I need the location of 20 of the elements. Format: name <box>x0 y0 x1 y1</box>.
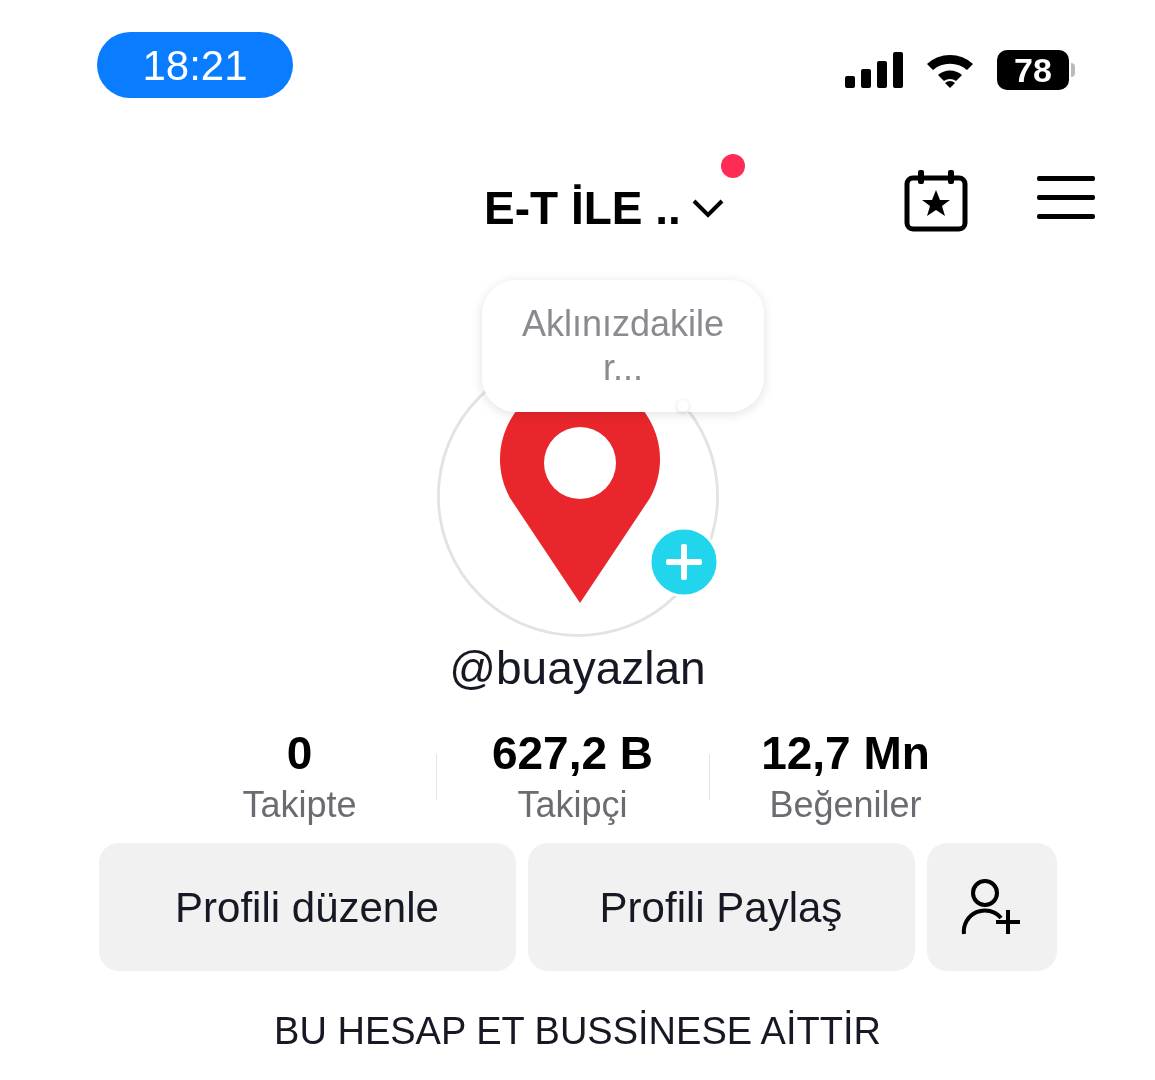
stat-value: 12,7 Mn <box>761 726 930 781</box>
signal-icon <box>845 52 903 88</box>
note-tooltip[interactable]: Aklınızdakiler... <box>482 280 764 412</box>
menu-icon[interactable] <box>1037 176 1095 220</box>
chevron-down-icon <box>690 197 725 220</box>
stat-label[interactable]: Takipte <box>242 781 357 829</box>
profile-button[interactable]: Profili düzenle <box>98 843 516 971</box>
stat-label[interactable]: Takipçi <box>517 781 628 829</box>
add-person-icon <box>960 878 1023 936</box>
calendar-star-icon[interactable] <box>904 170 968 232</box>
account-switcher[interactable]: E-T İLE .. <box>484 174 725 243</box>
stat-value: 627,2 B <box>491 726 654 781</box>
bio-text: BU HESAP ET BUSSİNESE AİTTİR <box>274 1009 881 1054</box>
status-time: 18:21 <box>97 32 293 98</box>
stat-value: 0 <box>286 726 313 781</box>
profile-button[interactable]: Profili Paylaş <box>527 843 915 971</box>
stat-label[interactable]: Beğeniler <box>769 781 922 829</box>
wifi-icon <box>925 52 975 88</box>
add-friend-button[interactable] <box>926 843 1057 971</box>
username: @buayazlan <box>449 641 706 696</box>
